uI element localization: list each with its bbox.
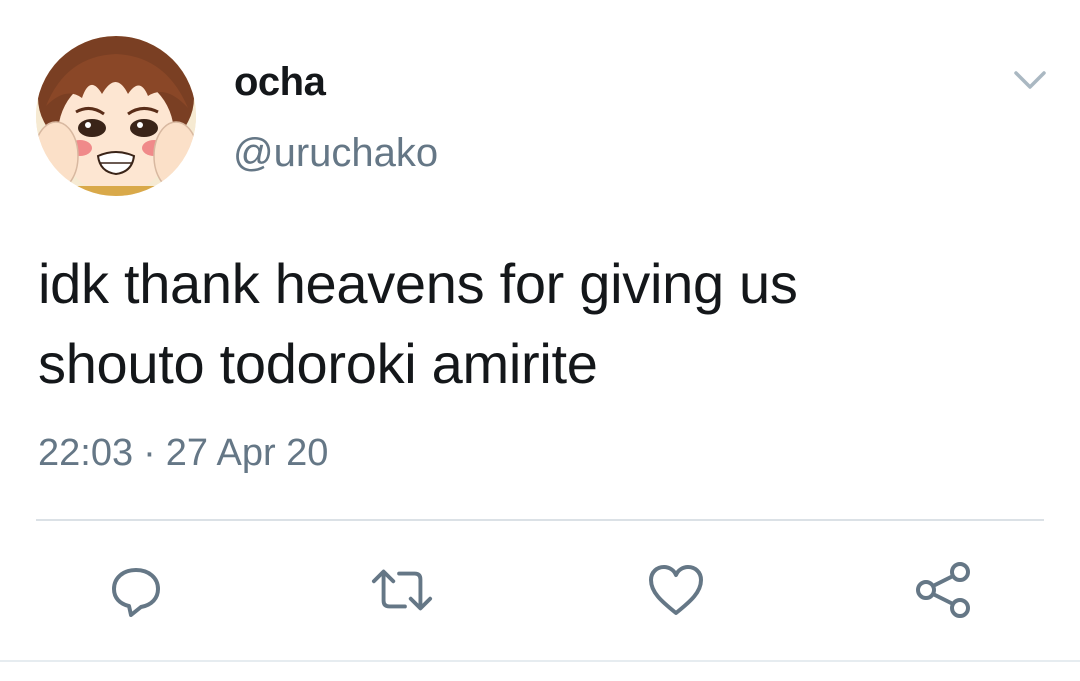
anime-avatar-image bbox=[36, 36, 196, 196]
like-button[interactable] bbox=[644, 558, 708, 622]
divider bbox=[36, 519, 1044, 521]
tweet-date: 27 Apr 20 bbox=[165, 432, 329, 474]
timestamp-separator: · bbox=[143, 432, 156, 474]
tweet-card: ocha @uruchako idk thank heavens for giv… bbox=[0, 0, 1080, 681]
share-button[interactable] bbox=[912, 558, 976, 622]
chevron-down-icon[interactable] bbox=[1010, 60, 1050, 100]
retweet-icon bbox=[371, 569, 433, 611]
share-icon bbox=[916, 562, 970, 618]
reply-button[interactable] bbox=[104, 558, 168, 622]
user-handle[interactable]: @uruchako bbox=[233, 131, 438, 176]
tweet-text: idk thank heavens for giving us shouto t… bbox=[38, 252, 798, 395]
bottom-divider bbox=[0, 660, 1080, 662]
reply-icon bbox=[112, 568, 160, 617]
retweet-button[interactable] bbox=[370, 558, 434, 622]
tweet-timestamp[interactable]: 22:03 · 27 Apr 20 bbox=[38, 432, 328, 475]
heart-icon bbox=[649, 565, 703, 615]
tweet-time: 22:03 bbox=[38, 432, 134, 474]
display-name[interactable]: ocha bbox=[234, 60, 326, 105]
avatar[interactable] bbox=[36, 36, 196, 196]
